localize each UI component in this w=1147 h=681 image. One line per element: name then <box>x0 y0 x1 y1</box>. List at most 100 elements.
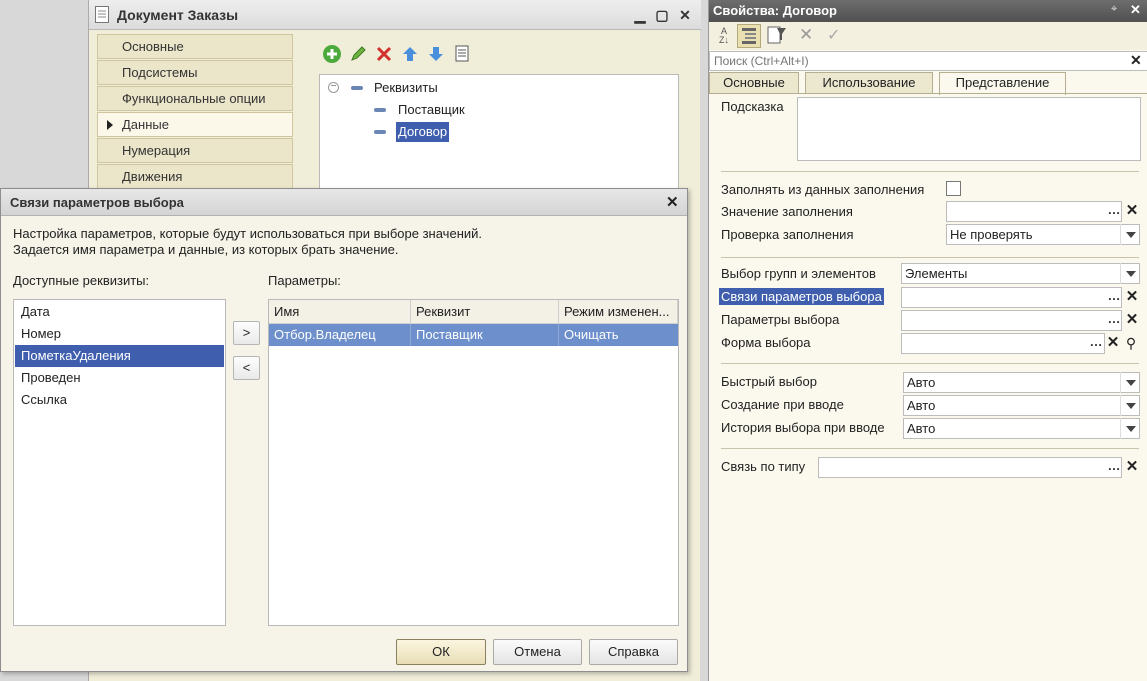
type-link-clear-icon[interactable]: ✕ <box>1123 457 1141 478</box>
group-icon <box>351 86 363 90</box>
close-icon[interactable]: ✕ <box>666 193 679 211</box>
choice-form-label: Форма выбора <box>721 335 811 350</box>
close-icon[interactable]: ✕ <box>1130 2 1141 18</box>
document-nav: Основные Подсистемы Функциональные опции… <box>97 34 293 194</box>
choice-form-select-button[interactable]: … <box>1086 333 1106 354</box>
filter-icon[interactable] <box>765 24 789 48</box>
list-icon[interactable] <box>451 44 473 66</box>
choice-groups-dropdown-icon[interactable] <box>1120 263 1140 284</box>
type-link-select-button[interactable]: … <box>1104 457 1124 478</box>
clear-search-icon[interactable]: ✕ <box>1130 52 1142 69</box>
minimize-icon[interactable]: ▁ <box>631 6 649 24</box>
choice-links-dialog: Связи параметров выбора ✕ Настройка пара… <box>0 188 688 672</box>
document-titlebar: Документ Заказы ▁ ▢ ✕ <box>89 0 701 30</box>
magnifier-icon[interactable]: ⚲ <box>1122 333 1140 354</box>
quick-choice-select[interactable]: Авто <box>903 372 1140 393</box>
fill-from-data-checkbox[interactable] <box>946 181 961 196</box>
hint-field[interactable] <box>797 97 1141 161</box>
properties-toolbar: A Z↓ ✕ ✓ <box>709 22 1147 50</box>
nav-item-functional-options[interactable]: Функциональные опции <box>97 86 293 111</box>
cancel-button[interactable]: Отмена <box>493 639 582 665</box>
properties-search[interactable]: ✕ <box>709 51 1147 71</box>
properties-titlebar: Свойства: Договор ⌖ ✕ <box>709 0 1147 22</box>
move-up-icon[interactable] <box>399 44 421 66</box>
fill-value-field[interactable] <box>946 201 1122 222</box>
tab-main[interactable]: Основные <box>709 72 799 94</box>
help-button[interactable]: Справка <box>589 639 678 665</box>
remove-param-button[interactable]: < <box>233 356 260 380</box>
dialog-description: Настройка параметров, которые будут испо… <box>13 226 483 257</box>
hint-label: Подсказка <box>721 99 784 114</box>
choice-history-select[interactable]: Авто <box>903 418 1140 439</box>
fill-value-label: Значение заполнения <box>721 204 853 219</box>
choice-groups-label: Выбор групп и элементов <box>721 266 876 281</box>
choice-links-field[interactable] <box>901 287 1122 308</box>
apply-icon[interactable]: ✓ <box>827 25 840 45</box>
categories-icon[interactable] <box>737 24 761 48</box>
nav-item-data[interactable]: Данные <box>97 112 293 137</box>
add-param-button[interactable]: > <box>233 321 260 345</box>
fill-from-data-label: Заполнять из данных заполнения <box>721 182 925 197</box>
create-on-input-select[interactable]: Авто <box>903 395 1140 416</box>
choice-links-clear-icon[interactable]: ✕ <box>1123 287 1141 308</box>
delete-icon[interactable] <box>373 44 395 66</box>
column-header-attribute[interactable]: Реквизит <box>411 300 559 324</box>
search-input[interactable] <box>712 53 1122 69</box>
tab-presentation[interactable]: Представление <box>939 72 1066 95</box>
fill-check-select[interactable]: Не проверять <box>946 224 1140 245</box>
type-link-field[interactable] <box>818 457 1122 478</box>
add-icon[interactable] <box>321 44 343 66</box>
choice-links-label: Связи параметров выбора <box>719 288 884 305</box>
nav-item-main[interactable]: Основные <box>97 34 293 59</box>
column-header-mode[interactable]: Режим изменен... <box>559 300 678 324</box>
choice-params-select-button[interactable]: … <box>1104 310 1124 331</box>
fill-check-dropdown-icon[interactable] <box>1120 224 1140 245</box>
choice-links-select-button[interactable]: … <box>1104 287 1124 308</box>
choice-form-clear-icon[interactable]: ✕ <box>1104 333 1122 354</box>
create-on-input-dropdown-icon[interactable] <box>1120 395 1140 416</box>
table-row[interactable]: Отбор.Владелец Поставщик Очищать <box>269 324 678 346</box>
create-on-input-label: Создание при вводе <box>721 397 844 412</box>
list-item[interactable]: Ссылка <box>15 389 224 411</box>
attribute-icon <box>374 130 386 134</box>
list-item[interactable]: Дата <box>15 301 224 323</box>
list-item[interactable]: Проведен <box>15 367 224 389</box>
cell-attribute[interactable]: Поставщик <box>411 324 559 346</box>
move-down-icon[interactable] <box>425 44 447 66</box>
collapse-icon[interactable]: − <box>328 82 339 93</box>
choice-history-label: История выбора при вводе <box>721 420 885 435</box>
cell-name[interactable]: Отбор.Владелец <box>269 324 411 346</box>
close-icon[interactable]: ✕ <box>676 6 694 24</box>
choice-params-field[interactable] <box>901 310 1122 331</box>
available-attributes-list: Дата Номер ПометкаУдаления Проведен Ссыл… <box>13 299 226 626</box>
edit-icon[interactable] <box>347 44 369 66</box>
list-item[interactable]: ПометкаУдаления <box>15 345 224 367</box>
type-link-label: Связь по типу <box>721 459 806 474</box>
fill-check-label: Проверка заполнения <box>721 227 854 242</box>
choice-history-dropdown-icon[interactable] <box>1120 418 1140 439</box>
tree-item-contract[interactable]: Договор <box>396 122 450 142</box>
nav-item-movements[interactable]: Движения <box>97 164 293 189</box>
column-header-name[interactable]: Имя <box>269 300 411 324</box>
nav-item-subsystems[interactable]: Подсистемы <box>97 60 293 85</box>
fill-value-clear-icon[interactable]: ✕ <box>1123 201 1141 222</box>
pin-icon[interactable]: ⌖ <box>1111 3 1117 16</box>
choice-form-field[interactable] <box>901 333 1105 354</box>
maximize-icon[interactable]: ▢ <box>653 6 671 24</box>
sort-alpha-icon[interactable]: A Z↓ <box>713 25 735 47</box>
quick-choice-dropdown-icon[interactable] <box>1120 372 1140 393</box>
attribute-icon <box>374 108 386 112</box>
cancel-icon[interactable]: ✕ <box>799 25 813 45</box>
attributes-tree: − Реквизиты Поставщик Договор <box>319 74 679 204</box>
document-title: Документ Заказы <box>117 7 239 23</box>
tab-usage[interactable]: Использование <box>805 72 933 94</box>
fill-value-select-button[interactable]: … <box>1104 201 1124 222</box>
tree-item-attributes[interactable]: Реквизиты <box>374 78 438 98</box>
tree-item-supplier[interactable]: Поставщик <box>398 100 465 120</box>
list-item[interactable]: Номер <box>15 323 224 345</box>
nav-item-numbering[interactable]: Нумерация <box>97 138 293 163</box>
cell-mode[interactable]: Очищать <box>559 324 678 346</box>
choice-groups-select[interactable]: Элементы <box>901 263 1140 284</box>
ok-button[interactable]: ОК <box>396 639 486 665</box>
choice-params-clear-icon[interactable]: ✕ <box>1123 310 1141 331</box>
